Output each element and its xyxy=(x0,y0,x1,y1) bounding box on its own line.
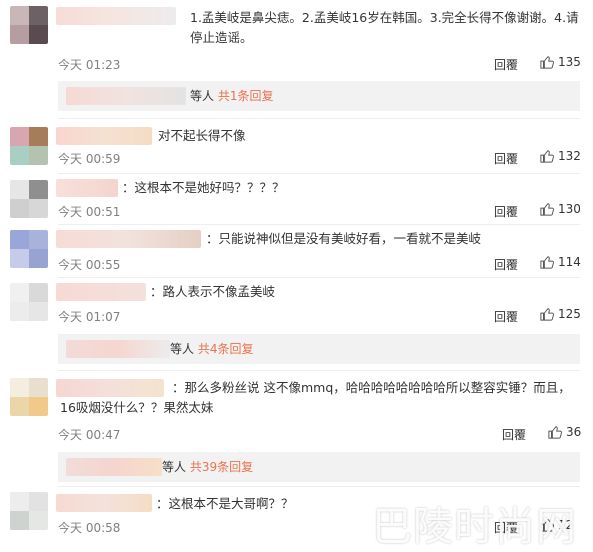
like-button[interactable]: 135 xyxy=(540,55,581,69)
username-blurred[interactable] xyxy=(56,179,118,197)
comment-text: ：只能说神似但是没有美岐好看，一看就不是美岐 xyxy=(206,231,482,246)
sub-replies-count[interactable]: 共1条回复 xyxy=(218,89,274,103)
reply-button[interactable]: 回覆 xyxy=(502,426,526,443)
username-blurred xyxy=(66,87,186,105)
comment-time: 今天 00:51 xyxy=(58,205,121,219)
comment-text: ：那么多粉丝说 这不像mmq，哈哈哈哈哈哈哈哈所以整容实锤？而且，16吸烟没什么… xyxy=(60,380,571,415)
thumbs-up-icon xyxy=(548,426,562,439)
thumbs-up-icon xyxy=(540,308,554,321)
thumbs-up-icon xyxy=(540,203,554,216)
like-count: 132 xyxy=(558,149,581,163)
sub-replies-label: 等人 共1条回复 xyxy=(190,81,273,111)
comment-time: 今天 00:47 xyxy=(58,428,121,442)
sub-replies-prefix: 等人 xyxy=(170,342,195,356)
divider xyxy=(58,224,580,225)
like-count: 130 xyxy=(558,202,581,216)
username-blurred xyxy=(66,458,162,476)
avatar[interactable] xyxy=(10,127,48,165)
divider xyxy=(58,118,580,119)
username-blurred xyxy=(66,340,170,358)
sub-replies-prefix: 等人 xyxy=(190,89,215,103)
username-blurred[interactable] xyxy=(56,127,152,145)
avatar[interactable] xyxy=(10,492,48,530)
like-count: 125 xyxy=(558,307,581,321)
comment-time: 今天 01:07 xyxy=(58,310,121,324)
reply-button[interactable]: 回覆 xyxy=(494,150,518,167)
divider xyxy=(58,486,580,487)
divider xyxy=(58,277,580,278)
sub-replies-prefix: 等人 xyxy=(162,460,187,474)
divider xyxy=(58,173,580,174)
like-button[interactable]: 125 xyxy=(540,307,581,321)
reply-button[interactable]: 回覆 xyxy=(494,203,518,220)
sub-replies-count[interactable]: 共39条回复 xyxy=(190,460,253,474)
avatar[interactable] xyxy=(10,6,48,44)
sub-replies-bar[interactable]: 等人 共4条回复 xyxy=(58,334,580,364)
comment-time: 今天 01:23 xyxy=(58,58,121,72)
like-button[interactable]: 132 xyxy=(540,149,581,163)
comment-time: 今天 00:59 xyxy=(58,152,121,166)
sub-replies-count[interactable]: 共4条回复 xyxy=(198,342,254,356)
reply-button[interactable]: 回覆 xyxy=(494,56,518,73)
sub-replies-bar[interactable]: 等人 共39条回复 xyxy=(58,452,580,482)
username-blurred[interactable] xyxy=(56,494,152,512)
avatar[interactable] xyxy=(10,180,48,218)
sub-replies-bar[interactable]: 等人 共1条回复 xyxy=(58,81,580,111)
sub-replies-label: 等人 共39条回复 xyxy=(162,452,253,482)
like-button[interactable]: 130 xyxy=(540,202,581,216)
comment-text: 1.孟美岐是鼻尖痣。2.孟美岐16岁在韩国。3.完全长得不像谢谢。4.请停止造谣… xyxy=(190,10,579,45)
reply-button[interactable]: 回覆 xyxy=(494,256,518,273)
avatar[interactable] xyxy=(10,283,48,321)
watermark: 巴陵时尚网 xyxy=(372,504,577,550)
avatar[interactable] xyxy=(10,230,48,268)
comment-time: 今天 00:55 xyxy=(58,258,121,272)
avatar[interactable] xyxy=(10,378,48,416)
thumbs-up-icon xyxy=(540,56,554,69)
like-button[interactable]: 36 xyxy=(548,425,581,439)
comment-text: ：路人表示不像孟美岐 xyxy=(150,284,276,299)
sub-replies-label: 等人 共4条回复 xyxy=(170,334,253,364)
comment-text: ：这根本不是大哥啊？？ xyxy=(156,496,294,511)
like-count: 114 xyxy=(558,255,581,269)
like-button[interactable]: 114 xyxy=(540,255,581,269)
username-blurred[interactable] xyxy=(56,230,201,248)
username-blurred[interactable] xyxy=(56,7,176,25)
comment-text: ：这根本不是她好吗？？？？ xyxy=(122,180,285,195)
thumbs-up-icon xyxy=(540,150,554,163)
reply-button[interactable]: 回覆 xyxy=(494,308,518,325)
comment-text: 对不起长得不像 xyxy=(158,128,246,143)
username-blurred[interactable] xyxy=(56,283,146,301)
like-count: 135 xyxy=(558,55,581,69)
divider xyxy=(58,370,580,371)
like-count: 36 xyxy=(566,425,582,439)
comment-time: 今天 00:58 xyxy=(58,521,121,535)
thumbs-up-icon xyxy=(540,256,554,269)
